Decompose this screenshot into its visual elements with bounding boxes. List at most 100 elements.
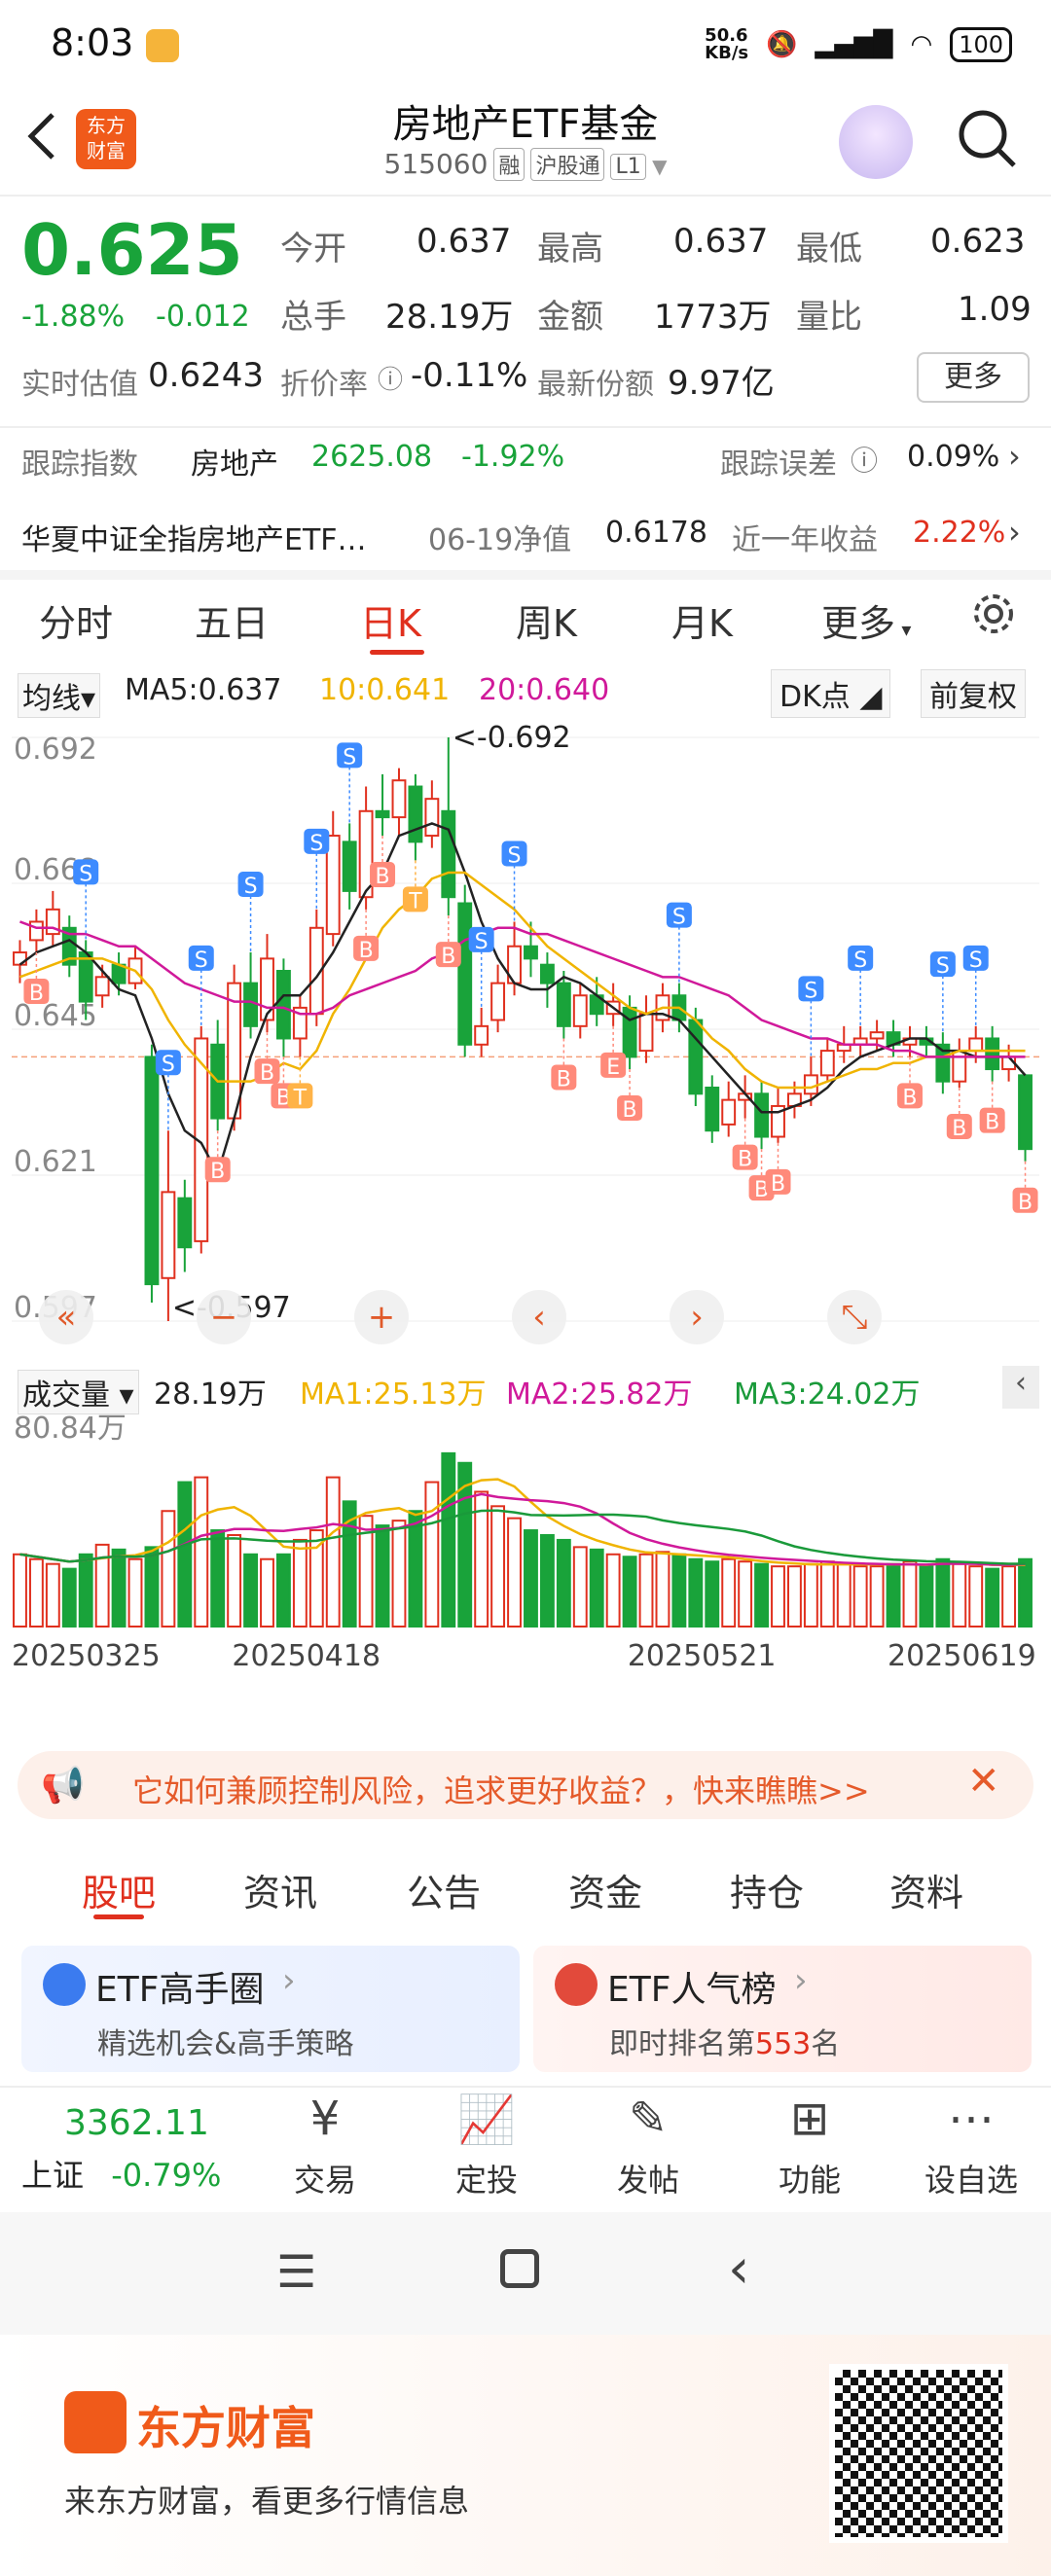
volume-bar	[655, 1551, 670, 1628]
candle	[375, 809, 390, 819]
settings-button[interactable]	[969, 590, 1018, 638]
ma-bar: 均线▾ MA5:0.637 10:0.641 20:0.640 DK点 ◢ 前复…	[12, 669, 1039, 718]
robot-avatar[interactable]	[839, 105, 913, 179]
dk-button[interactable]: DK点 ◢	[771, 669, 891, 718]
x-tick-label: 20250619	[888, 1639, 1036, 1673]
candle	[342, 841, 357, 892]
more-button[interactable]: 更多	[917, 352, 1030, 403]
tab-notice[interactable]: 公告	[407, 1863, 481, 1916]
tracking-index-name[interactable]: 房地产	[191, 440, 278, 483]
tab-profile[interactable]: 资料	[889, 1863, 963, 1916]
nav-post[interactable]: ✎ 发帖	[580, 2092, 716, 2200]
candle	[408, 785, 423, 843]
fund-name[interactable]: 华夏中证全指房地产ETF…	[21, 516, 367, 558]
info-icon[interactable]: ⓘ	[378, 360, 403, 396]
nav-functions[interactable]: ⊞ 功能	[742, 2092, 878, 2200]
fund-code: 515060	[383, 148, 489, 180]
chevron-right-icon[interactable]: ›	[1008, 438, 1021, 475]
chart-control-button[interactable]: ‹	[512, 1290, 566, 1344]
index-row: 上证 -0.79%	[21, 2151, 255, 2196]
candle	[78, 951, 93, 1003]
collapse-button[interactable]: ‹	[1002, 1366, 1039, 1409]
card-etf-popularity[interactable]: ETF人气榜 › 即时排名第553名	[533, 1946, 1032, 2072]
volume-bar	[227, 1533, 242, 1628]
chart-control-button[interactable]: ›	[670, 1290, 724, 1344]
signal-label: B	[359, 939, 374, 963]
tab-daily-k[interactable]: 日K	[360, 593, 421, 647]
volume-chart[interactable]: 80.84万 20250325 20250418 20250521 20250619	[12, 1413, 1039, 1673]
volume-current: 28.19万	[154, 1377, 267, 1412]
tracking-err-value: 0.09%	[907, 440, 1000, 474]
tab-intraday[interactable]: 分时	[39, 593, 113, 647]
chart-control-button[interactable]: ⤡	[827, 1290, 882, 1344]
tab-guba[interactable]: 股吧	[82, 1863, 156, 1916]
tab-monthly-k[interactable]: 月K	[671, 593, 733, 647]
adjust-button[interactable]: 前复权	[921, 669, 1026, 718]
ad-banner[interactable]: 📢 它如何兼顾控制风险，追求更好收益？，快来瞧瞧>> ✕	[18, 1751, 1033, 1819]
volume-bar	[902, 1560, 918, 1628]
ma-mode-label: 均线	[22, 682, 81, 716]
volume-bar	[622, 1556, 637, 1628]
volume-bar	[1001, 1565, 1017, 1628]
control-icon: ‹	[532, 1298, 546, 1337]
volume-bar	[886, 1562, 901, 1628]
card-subtitle: 精选机会&高手策略	[97, 2027, 354, 2061]
ma-mode-select[interactable]: 均线▾	[18, 673, 101, 718]
card-etf-experts[interactable]: ETF高手圈 › 精选机会&高手策略	[21, 1946, 520, 2072]
volume-bar	[243, 1553, 258, 1628]
tab-weekly-k[interactable]: 周K	[516, 593, 577, 647]
volume-bar	[276, 1553, 291, 1628]
volume-max-label: 80.84万	[14, 1413, 127, 1446]
tab-holdings[interactable]: 持仓	[730, 1863, 804, 1916]
tab-funds[interactable]: 资金	[568, 1863, 642, 1916]
volume-bar	[985, 1567, 1000, 1628]
search-button[interactable]	[956, 107, 1020, 171]
tag-level: L1	[610, 154, 646, 180]
volume-bar	[539, 1533, 555, 1628]
tab-five-day[interactable]: 五日	[195, 593, 269, 647]
rank-value: 553	[755, 2027, 812, 2061]
home-icon[interactable]	[500, 2249, 539, 2288]
chart-control-button[interactable]: −	[197, 1290, 251, 1344]
mute-icon: 🔕	[766, 30, 798, 59]
ma10-readout: 10:0.641	[319, 673, 451, 707]
control-icon: +	[368, 1298, 396, 1337]
candle	[622, 1006, 637, 1058]
menu-icon[interactable]: ☰	[276, 2245, 316, 2298]
chevron-right-icon[interactable]: ›	[1008, 514, 1021, 551]
volume-bar	[671, 1553, 687, 1628]
gear-icon	[974, 594, 1013, 633]
signal-icon: ▂▄▆█	[815, 30, 893, 59]
volume-bar	[375, 1524, 390, 1628]
signal-label: S	[672, 906, 686, 930]
volume-bar	[869, 1565, 885, 1628]
back-icon[interactable]: ‹	[728, 2237, 749, 2301]
high-value: 0.637	[673, 222, 769, 261]
question-icon[interactable]: ⓘ	[851, 440, 878, 479]
volume-bar	[572, 1546, 588, 1628]
shares-label: 最新份额	[537, 368, 654, 402]
vol-label: 总手	[280, 298, 346, 337]
nav-fixed-invest[interactable]: 📈 定投	[418, 2092, 555, 2200]
tab-more[interactable]: 更多 ▾	[821, 593, 911, 647]
nav-value: 0.6178	[605, 516, 707, 550]
x-tick-label: 20250325	[12, 1639, 161, 1673]
candle	[968, 1037, 984, 1053]
est-label: 实时估值	[21, 368, 138, 402]
tab-news[interactable]: 资讯	[243, 1863, 317, 1916]
open-label: 今开	[280, 230, 346, 268]
chart-control-button[interactable]: +	[354, 1290, 409, 1344]
candlestick-chart[interactable]: 0.6920.6680.6450.6210.597BSSSBSBBTSSBBTB…	[12, 718, 1039, 1360]
volume-bar	[819, 1560, 835, 1628]
nav-add-watchlist[interactable]: ⋯ 设自选	[903, 2092, 1039, 2200]
volume-bar	[391, 1520, 407, 1628]
dropdown-icon[interactable]: ▼	[646, 155, 667, 178]
tab-active-underline	[93, 1914, 144, 1919]
close-ad-button[interactable]: ✕	[967, 1759, 1000, 1804]
volume-bar	[952, 1562, 967, 1628]
nav-trade[interactable]: ¥ 交易	[257, 2092, 393, 2200]
index-ticker[interactable]: 3362.11 上证 -0.79%	[21, 2103, 255, 2196]
signal-label: B	[210, 1160, 225, 1184]
chart-control-button[interactable]: «	[39, 1290, 93, 1344]
volume-mode-select[interactable]: 成交量 ▾	[18, 1370, 139, 1414]
